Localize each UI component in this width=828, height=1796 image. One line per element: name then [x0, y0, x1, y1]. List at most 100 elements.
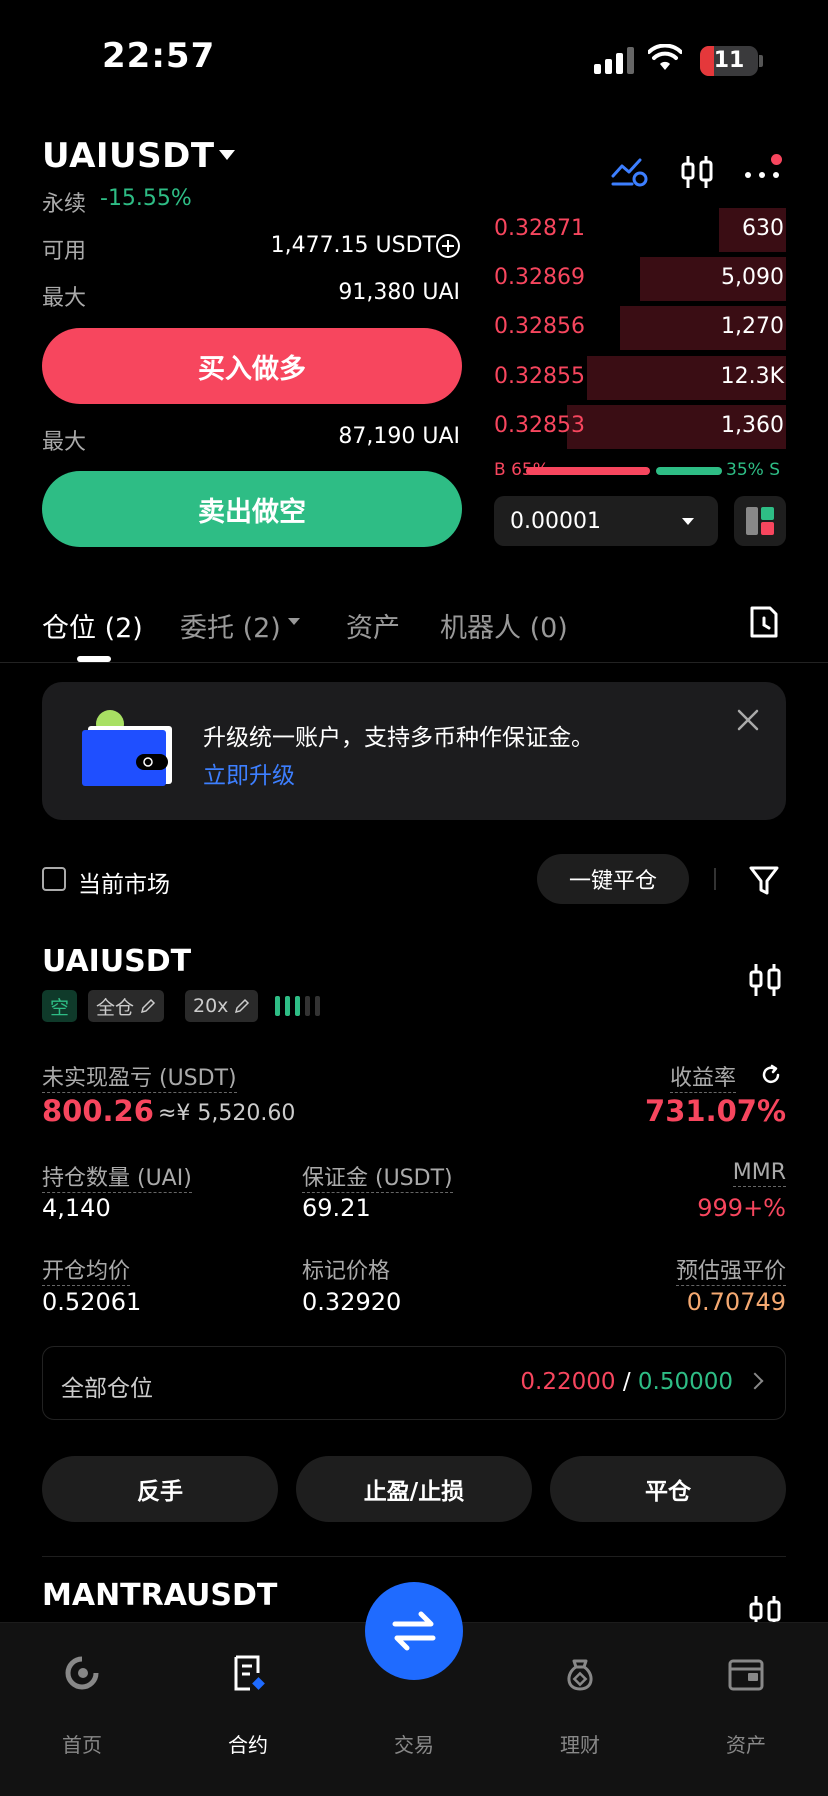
orderbook-ask-row[interactable]: 0.32871 630 [494, 208, 786, 252]
ask-price: 0.32869 [494, 265, 585, 290]
precision-select[interactable]: 0.00001 [494, 496, 718, 546]
wallet-icon [728, 1659, 764, 1691]
nav-home[interactable]: 首页 [22, 1653, 142, 1757]
earn-icon [567, 1659, 593, 1691]
trade-swap-icon [392, 1611, 436, 1651]
price-change: -15.55% [100, 186, 192, 211]
all-positions-tpsl-row[interactable]: 全部仓位 0.22000 / 0.50000 [42, 1346, 786, 1420]
roe-value: 731.07% [645, 1094, 786, 1128]
futures-icon [234, 1655, 265, 1691]
ask-quantity: 5,090 [721, 265, 784, 290]
candlestick-chart-icon[interactable] [748, 962, 782, 998]
symbol-selector[interactable]: UAIUSDT [42, 136, 215, 176]
mark-price-value: 0.32920 [302, 1288, 402, 1316]
buy-long-button[interactable]: 买入做多 [42, 328, 462, 404]
card-divider [42, 1556, 786, 1557]
tpsl-separator: / [622, 1369, 631, 1395]
orderbook-ask-row[interactable]: 0.32855 12.3K [494, 356, 786, 400]
orderbook-ask-row[interactable]: 0.32853 1,360 [494, 405, 786, 449]
upgrade-now-link[interactable]: 立即升级 [203, 756, 295, 790]
nav-label: 交易 [394, 1733, 434, 1757]
nav-assets[interactable]: 资产 [686, 1653, 806, 1757]
ask-quantity: 12.3K [720, 364, 784, 389]
leverage-label: 20x [193, 995, 229, 1017]
max-short-value: 87,190 UAI [338, 424, 460, 449]
margin-value: 69.21 [302, 1194, 371, 1222]
edit-icon [140, 998, 156, 1014]
entry-price-value: 0.52061 [42, 1288, 142, 1316]
ask-quantity: 630 [742, 216, 784, 241]
wallet-illustration-icon [82, 710, 172, 786]
nav-label: 资产 [726, 1733, 766, 1757]
filter-icon[interactable] [748, 864, 780, 896]
trade-fab-button[interactable] [365, 1582, 463, 1680]
notification-dot [771, 154, 782, 165]
nav-label: 理财 [560, 1733, 600, 1757]
more-menu-icon[interactable] [744, 166, 784, 185]
caret-down-icon[interactable] [219, 150, 235, 160]
reverse-button[interactable]: 反手 [42, 1456, 278, 1522]
unrealized-pnl-cny: ≈¥ 5,520.60 [158, 1101, 296, 1126]
tabs-divider [0, 662, 828, 663]
battery-level: 11 [713, 48, 745, 73]
nav-futures[interactable]: 合约 [188, 1653, 308, 1757]
orderbook-ask-row[interactable]: 0.32856 1,270 [494, 306, 786, 350]
mmr-label: MMR [732, 1160, 786, 1187]
ask-price: 0.32855 [494, 364, 585, 389]
nav-earn[interactable]: 理财 [520, 1653, 640, 1757]
available-value: 1,477.15 USDT [270, 233, 436, 258]
precision-value: 0.00001 [510, 509, 601, 534]
position-symbol[interactable]: UAIUSDT [42, 944, 191, 979]
add-funds-icon[interactable] [435, 233, 461, 259]
roe-label: 收益率 [669, 1066, 736, 1093]
max-long-value: 91,380 UAI [338, 280, 460, 305]
close-all-button[interactable]: 一键平仓 [537, 854, 689, 904]
refresh-icon[interactable] [760, 1064, 782, 1086]
tab-positions[interactable]: 仓位 (2) [42, 606, 143, 645]
price-alert-icon[interactable] [610, 154, 650, 188]
cellular-signal-icon [594, 46, 634, 74]
available-label: 可用 [42, 239, 87, 264]
close-position-button[interactable]: 平仓 [550, 1456, 786, 1522]
current-market-checkbox[interactable] [42, 867, 66, 891]
max-long-label: 最大 [42, 286, 87, 311]
side-tag: 空 [42, 990, 78, 1022]
tab-orders[interactable]: 委托 (2) [180, 606, 281, 645]
entry-price-label: 开仓均价 [42, 1259, 131, 1286]
orderbook-ask-row[interactable]: 0.32869 5,090 [494, 257, 786, 301]
edit-icon [235, 998, 250, 1014]
candlestick-chart-icon[interactable] [680, 154, 714, 190]
tab-bots[interactable]: 机器人 (0) [440, 606, 568, 645]
divider [714, 868, 716, 890]
close-icon[interactable] [736, 708, 760, 732]
margin-mode-tag[interactable]: 全仓 [88, 990, 165, 1022]
orderbook-layout-button[interactable] [734, 496, 786, 546]
stop-loss-value: 0.50000 [637, 1369, 733, 1395]
caret-down-icon[interactable] [288, 618, 300, 625]
ask-price: 0.32856 [494, 314, 585, 339]
banner-message: 升级统一账户，支持多币种作保证金。 [203, 725, 594, 751]
mmr-value: 999+% [697, 1194, 786, 1222]
unrealized-pnl-value: 800.26 [42, 1094, 154, 1128]
tpsl-button[interactable]: 止盈/止损 [296, 1456, 532, 1522]
tab-assets[interactable]: 资产 [346, 606, 400, 645]
sell-short-button[interactable]: 卖出做空 [42, 471, 462, 547]
chevron-right-icon [746, 1372, 764, 1390]
current-market-label: 当前市场 [78, 872, 170, 898]
tpsl-values: 0.22000 / 0.50000 [520, 1369, 733, 1395]
history-icon[interactable] [748, 604, 780, 640]
candlestick-chart-icon[interactable] [748, 1594, 782, 1622]
liq-price-label: 预估强平价 [675, 1259, 786, 1286]
sell-ratio-label: 35% S [726, 460, 780, 480]
position-symbol[interactable]: MANTRAUSDT [42, 1578, 277, 1613]
all-positions-label: 全部仓位 [61, 1376, 153, 1402]
caret-down-icon [682, 518, 694, 525]
nav-label: 首页 [62, 1733, 102, 1757]
sell-ratio-bar [656, 467, 722, 475]
margin-mode-label: 全仓 [96, 996, 135, 1019]
leverage-tag[interactable]: 20x [185, 990, 259, 1022]
risk-level-indicator [275, 996, 320, 1016]
liq-price-value: 0.70749 [686, 1288, 786, 1316]
ask-quantity: 1,270 [721, 314, 784, 339]
size-label: 持仓数量 (UAI) [42, 1166, 192, 1193]
